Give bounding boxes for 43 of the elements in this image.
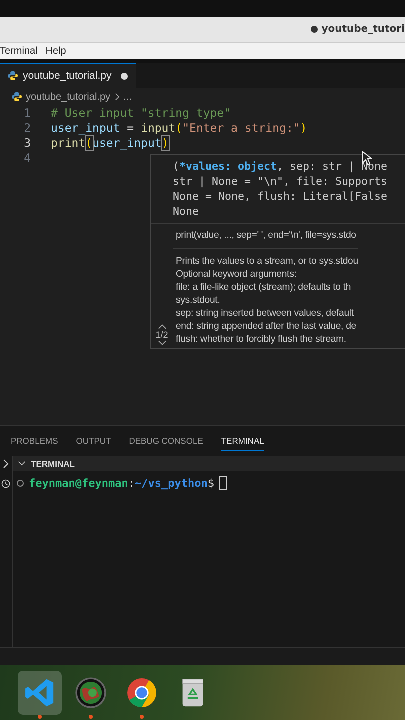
code-line: # User input "string type": [51, 106, 232, 121]
panel-tab[interactable]: TERMINAL: [221, 432, 264, 450]
menu-item[interactable]: Terminal: [0, 46, 38, 56]
python-file-icon: [12, 92, 22, 102]
terminal-section-header[interactable]: TERMINAL: [13, 456, 405, 471]
line-number: 3: [23, 136, 31, 151]
panel-tab[interactable]: DEBUG CONSOLE: [129, 432, 204, 450]
status-circle-icon: [17, 480, 24, 486]
text-cursor: [219, 476, 228, 490]
panel-tab[interactable]: PROBLEMS: [11, 432, 58, 450]
panel-tab[interactable]: OUTPUT: [76, 432, 112, 450]
signature-line: str | None = "\n", file: Supports: [173, 174, 389, 189]
chevron-right-icon: [114, 93, 120, 101]
doc-line: sys.stdout.: [176, 294, 222, 307]
doc-line: Prints the values to a stream, or to sys.stdou: [176, 255, 358, 268]
chevron-right-icon[interactable]: [1, 459, 11, 469]
signature-line: None: [173, 204, 200, 219]
signature-line: (*values: object, sep: str | None: [173, 159, 389, 174]
doc-line: file: a file-like object (stream); defaults to th: [176, 281, 352, 294]
signature-line: None = None, flush: Literal[False: [173, 189, 389, 204]
doc-line: Optional keyword arguments:: [176, 268, 298, 281]
caret-down-icon[interactable]: [158, 340, 166, 346]
code-line: print(user_input): [51, 136, 169, 151]
doc-line: flush: whether to forcibly flush the stream.: [176, 333, 348, 346]
history-icon[interactable]: [1, 479, 11, 489]
page-counter: 1/2: [156, 330, 168, 340]
python-file-icon: [8, 71, 18, 81]
doc-line: sep: string inserted between values, default: [176, 307, 355, 320]
line-number: 2: [23, 121, 31, 136]
editor-tab[interactable]: youtube_tutorial.py: [0, 63, 136, 88]
browser-icon: [125, 676, 159, 710]
caret-up-icon[interactable]: [158, 324, 166, 330]
breadcrumb-item[interactable]: ...: [124, 92, 132, 102]
menu-item[interactable]: Help: [46, 46, 66, 56]
code-line: user_input = input("Enter a string:"): [51, 121, 308, 136]
doc-line: end: string appended after the last value, de: [176, 320, 358, 333]
usage-text: print(value, ..., sep=' ', end='\n', file=sys.stdo: [173, 229, 358, 249]
breadcrumb-item[interactable]: youtube_tutorial.py: [26, 92, 111, 102]
terminal-prompt: feynman@feynman:~/vs_python$: [29, 476, 214, 490]
line-number: 4: [23, 151, 31, 166]
line-number: 1: [23, 106, 31, 121]
window-title: youtube_tutori: [322, 24, 405, 35]
globe-icon: [74, 676, 108, 710]
